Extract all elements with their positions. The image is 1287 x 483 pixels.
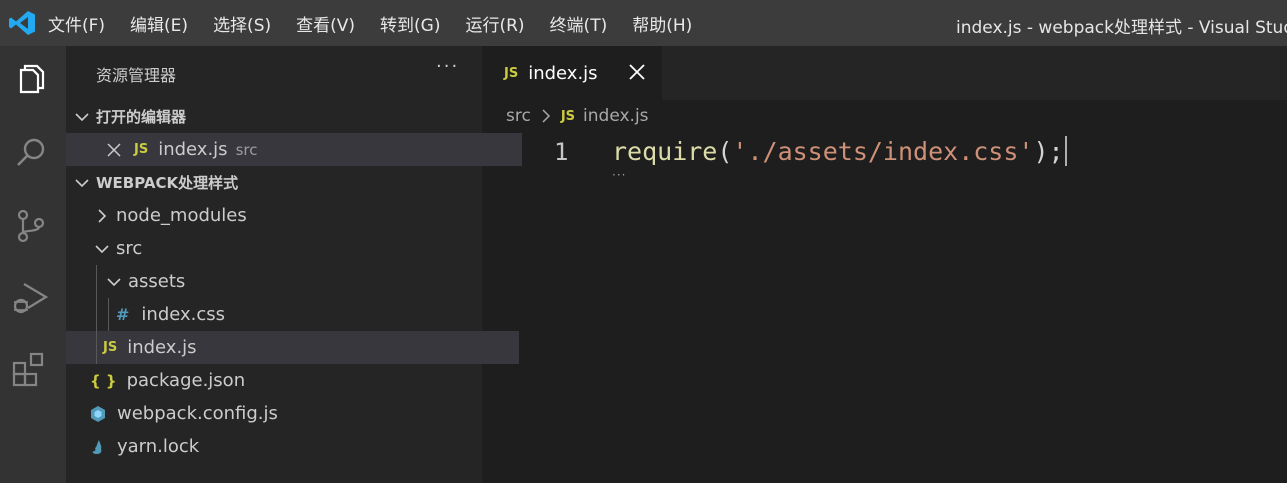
open-editor-filename: index.js [158, 139, 228, 160]
breadcrumb: src JS index.js [506, 104, 649, 128]
js-file-icon: JS [504, 65, 519, 81]
title-bar: 文件(F) 编辑(E) 选择(S) 查看(V) 转到(G) 运行(R) 终端(T… [0, 0, 1287, 46]
breadcrumb-folder[interactable]: src [506, 106, 531, 126]
tree-item-index-css[interactable]: # index.css [66, 298, 532, 331]
open-editor-path: src [235, 140, 258, 159]
more-actions-button[interactable]: ··· [436, 56, 459, 77]
explorer-icon[interactable] [11, 62, 51, 102]
yarn-file-icon [92, 439, 102, 454]
file-name: index.css [141, 304, 226, 325]
function-token: require [612, 137, 718, 166]
tab-bar: JS index.js [482, 46, 1287, 100]
css-file-icon: # [116, 305, 130, 324]
line-number: 1 [554, 138, 569, 166]
indent-guide [108, 298, 109, 331]
menu-view[interactable]: 查看(V) [296, 11, 355, 36]
chevron-right-icon [542, 109, 550, 123]
menu-help[interactable]: 帮助(H) [632, 11, 692, 36]
chevron-down-icon [75, 178, 89, 187]
menu-run[interactable]: 运行(R) [465, 11, 524, 36]
explorer-sidebar: 资源管理器 ··· 打开的编辑器 JS index.js src WEBPACK… [66, 46, 522, 483]
open-editors-header[interactable]: 打开的编辑器 [66, 100, 490, 133]
menu-bar: 文件(F) 编辑(E) 选择(S) 查看(V) 转到(G) 运行(R) 终端(T… [48, 0, 717, 46]
folder-name: src [116, 238, 143, 259]
workspace-header[interactable]: WEBPACK处理样式 [66, 166, 490, 199]
vscode-logo-icon[interactable] [8, 10, 36, 36]
tree-item-node-modules[interactable]: node_modules [66, 199, 510, 232]
tree-item-src[interactable]: src [66, 232, 510, 265]
tree-item-assets[interactable]: assets [66, 265, 522, 298]
json-file-icon: { } [90, 371, 117, 390]
file-name: webpack.config.js [117, 403, 278, 424]
file-name: package.json [126, 370, 246, 391]
chevron-down-icon [107, 277, 121, 286]
open-editor-item[interactable]: JS index.js src [66, 133, 522, 166]
string-token: './assets/index.css' [732, 137, 1034, 166]
open-editors-label: 打开的编辑器 [96, 108, 187, 126]
tree-item-yarn-lock[interactable]: yarn.lock [66, 430, 506, 463]
tree-item-webpack-config[interactable]: webpack.config.js [66, 397, 506, 430]
code-editor[interactable]: 1 require('./assets/index.css'); ··· [482, 130, 1287, 483]
tree-item-index-js[interactable]: JS index.js [66, 331, 519, 364]
chevron-right-icon [98, 208, 107, 223]
text-cursor [1064, 136, 1067, 166]
activity-bar [0, 46, 66, 483]
js-file-icon: JS [103, 340, 118, 355]
folder-name: node_modules [116, 205, 247, 226]
tab-index-js[interactable]: JS index.js [482, 46, 662, 100]
code-line[interactable]: require('./assets/index.css'); [612, 136, 1067, 166]
menu-selection[interactable]: 选择(S) [213, 11, 271, 36]
js-file-icon: JS [134, 142, 149, 157]
js-file-icon: JS [560, 108, 576, 124]
window-title: index.js - webpack处理样式 - Visual Studio [956, 18, 1287, 38]
folder-name: assets [128, 271, 186, 292]
tab-label: index.js [528, 62, 598, 84]
menu-file[interactable]: 文件(F) [48, 11, 105, 36]
chevron-down-icon [95, 244, 109, 253]
menu-terminal[interactable]: 终端(T) [550, 11, 608, 36]
close-icon[interactable] [628, 63, 646, 81]
search-icon[interactable] [11, 134, 51, 174]
tree-item-package-json[interactable]: { } package.json [66, 364, 506, 397]
webpack-file-icon [91, 405, 105, 422]
suggestion-hint: ··· [612, 168, 627, 182]
file-name: yarn.lock [117, 436, 200, 457]
close-icon[interactable] [106, 142, 122, 158]
menu-go[interactable]: 转到(G) [380, 11, 440, 36]
indent-guide [96, 265, 97, 364]
chevron-down-icon [75, 112, 89, 121]
menu-edit[interactable]: 编辑(E) [130, 11, 188, 36]
extensions-icon[interactable] [11, 350, 51, 390]
explorer-title: 资源管理器 [96, 66, 177, 85]
breadcrumb-file[interactable]: index.js [583, 106, 649, 126]
paren-token: ( [717, 137, 733, 166]
file-name: index.js [127, 337, 197, 358]
source-control-icon[interactable] [11, 206, 51, 246]
close-token: ); [1033, 137, 1064, 166]
workspace-label: WEBPACK处理样式 [96, 174, 239, 192]
run-debug-icon[interactable] [11, 278, 51, 318]
